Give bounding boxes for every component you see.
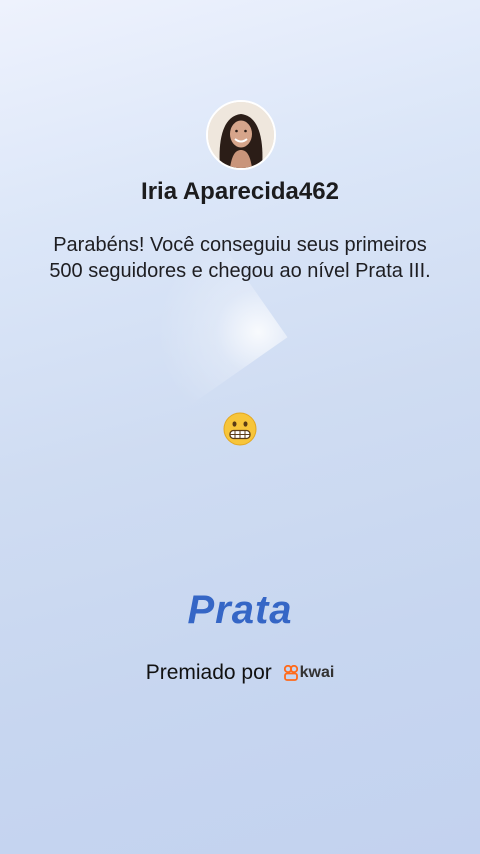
username: Iria Aparecida462 bbox=[141, 178, 339, 205]
level-title: Prata bbox=[187, 588, 293, 632]
award-line: Premiado por kwai bbox=[0, 661, 480, 685]
grimacing-face-icon bbox=[223, 412, 257, 446]
congrats-message: Parabéns! Você conseguiu seus primeiros … bbox=[49, 234, 431, 282]
kwai-logo: kwai bbox=[283, 664, 335, 682]
kwai-icon bbox=[283, 665, 298, 682]
kwai-brand-name: kwai bbox=[299, 664, 335, 682]
award-text: Premiado por bbox=[145, 661, 272, 684]
avatar bbox=[206, 100, 276, 170]
